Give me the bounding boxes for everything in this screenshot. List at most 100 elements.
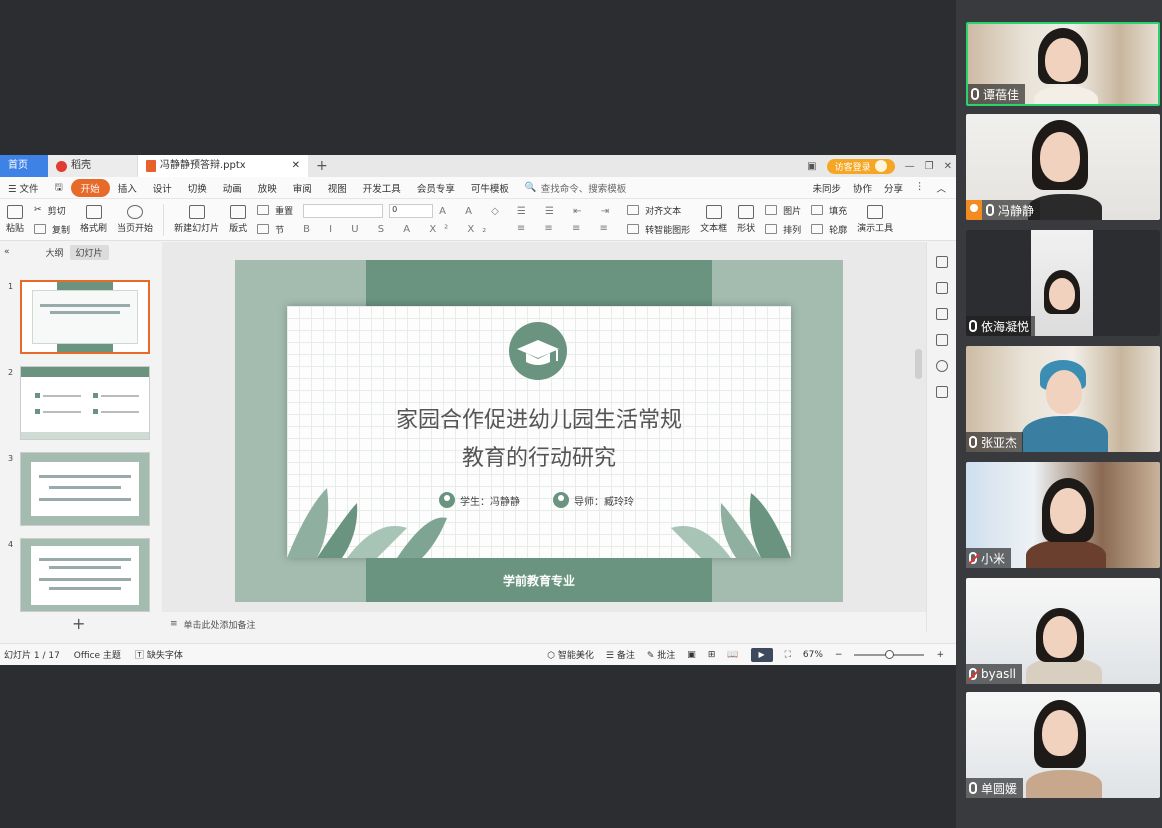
tab-outline[interactable]: 大纲 xyxy=(46,246,64,259)
fill-button[interactable]: 填充 xyxy=(811,204,847,217)
menu-member[interactable]: 会员专享 xyxy=(409,181,463,195)
sorter-view-icon[interactable]: ⊞ xyxy=(708,650,716,660)
fit-window-icon[interactable]: ⛶ xyxy=(785,650,791,660)
font-family-select[interactable] xyxy=(303,204,384,218)
menu-slideshow[interactable]: 放映 xyxy=(250,181,285,195)
command-search[interactable]: 🔍 查找命令、搜索模板 xyxy=(525,181,626,195)
tab-document[interactable]: 冯静静预答辩.pptx ✕ xyxy=(138,155,308,177)
copy-button[interactable]: 复制 xyxy=(34,223,70,236)
star-icon[interactable] xyxy=(935,308,948,320)
present-tools-button[interactable]: 演示工具 xyxy=(857,205,893,234)
menu-templates[interactable]: 可牛模板 xyxy=(463,181,517,195)
participant-tile[interactable]: byasll xyxy=(966,578,1160,684)
new-slide-button[interactable]: 新建幻灯片 xyxy=(174,205,219,234)
participant-name-tag: 依海凝悦 xyxy=(966,316,1036,336)
participant-tile[interactable]: 张亚杰 xyxy=(966,346,1160,452)
vertical-scrollbar[interactable] xyxy=(915,349,922,379)
menu-home[interactable]: 开始 xyxy=(70,178,110,197)
align-icons[interactable]: ≡ ≡ ≡ ≡ xyxy=(517,223,617,234)
help-icon[interactable] xyxy=(935,360,948,372)
participant-tile[interactable]: 依海凝悦 xyxy=(966,230,1160,336)
menu-developer[interactable]: 开发工具 xyxy=(355,181,409,195)
zoom-slider[interactable] xyxy=(854,649,925,659)
menu-file[interactable]: ☰ 文件 xyxy=(0,181,47,195)
slide-thumbnail[interactable] xyxy=(20,452,150,526)
tab-home[interactable]: 首页 xyxy=(0,155,48,177)
collaborate-button[interactable]: 协作 xyxy=(853,181,872,195)
list-icons[interactable]: ☰ ☰ ⇤ ⇥ xyxy=(517,206,617,217)
participant-tile[interactable]: 单圆媛 xyxy=(966,692,1160,798)
backup-icon[interactable] xyxy=(935,386,948,398)
paste-icon xyxy=(7,205,23,219)
user-icon xyxy=(553,492,569,508)
collapse-ribbon-icon[interactable]: ︿ xyxy=(936,181,946,195)
format-painter-button[interactable]: 格式刷 xyxy=(80,205,107,234)
collapse-panel-icon[interactable]: « xyxy=(4,247,10,257)
comments-button[interactable]: ✎ 批注 xyxy=(647,648,675,661)
layout-icon[interactable]: ▣ xyxy=(807,161,816,172)
menu-review[interactable]: 审阅 xyxy=(285,181,320,195)
layout-button[interactable]: 版式 xyxy=(229,205,247,234)
close-tab-icon[interactable]: ✕ xyxy=(292,155,300,177)
tab-slides[interactable]: 幻灯片 xyxy=(69,244,109,260)
menu-animation[interactable]: 动画 xyxy=(215,181,250,195)
image-panel-icon[interactable] xyxy=(935,334,948,346)
smartart-button[interactable]: 转智能图形 xyxy=(627,223,690,236)
arrange-button[interactable]: 排列 xyxy=(765,223,801,236)
slide-thumbnail[interactable] xyxy=(20,280,150,354)
zoom-slider-knob[interactable] xyxy=(885,649,895,659)
normal-view-icon[interactable]: ▣ xyxy=(687,650,696,660)
font-style-icons[interactable]: B I U S A X² X₂ xyxy=(303,224,507,235)
slideshow-play-button[interactable]: ▶ xyxy=(750,647,773,662)
smart-beautify-button[interactable]: ⬡ 智能美化 xyxy=(547,648,594,661)
menu-insert[interactable]: 插入 xyxy=(110,181,145,195)
save-icon[interactable]: 🖫 xyxy=(47,180,71,196)
minimize-icon[interactable]: — xyxy=(905,161,915,172)
tab-docer[interactable]: 稻壳 xyxy=(48,155,138,177)
advisor-info: 导师：臧玲玲 xyxy=(553,492,634,508)
section-button[interactable]: 节 xyxy=(257,223,293,236)
zoom-level[interactable]: 67% xyxy=(803,650,823,660)
image-button[interactable]: 图片 xyxy=(765,204,801,217)
current-slide[interactable]: 家园合作促进幼儿园生活常规 教育的行动研究 学生：冯静静 导师：臧玲玲 学前教育… xyxy=(235,260,843,602)
missing-font-button[interactable]: 🅃 缺失字体 xyxy=(135,648,183,661)
cut-button[interactable]: ✂ 剪切 xyxy=(34,204,70,217)
rocket-icon[interactable] xyxy=(935,256,948,268)
notes-area[interactable]: ≡ 单击此处添加备注 xyxy=(162,614,926,634)
more-icon[interactable]: ⋮ xyxy=(915,181,925,195)
zoom-in-icon[interactable]: + xyxy=(936,650,944,660)
slide-thumbnail[interactable] xyxy=(20,538,150,612)
font-grow-icons[interactable]: A A ◇ xyxy=(439,206,507,217)
participant-tile[interactable]: 谭蓓佳 xyxy=(966,22,1160,106)
settings-sliders-icon[interactable] xyxy=(935,282,948,294)
paste-button[interactable]: 粘贴 xyxy=(6,205,24,234)
participant-tile[interactable]: 小米 xyxy=(966,462,1160,568)
sync-status[interactable]: 未同步 xyxy=(812,181,841,195)
participant-tile[interactable]: 冯静静 xyxy=(966,114,1160,220)
restore-icon[interactable]: ❐ xyxy=(925,161,934,172)
reset-button[interactable]: 重置 xyxy=(257,204,293,217)
slide-canvas[interactable]: 家园合作促进幼儿园生活常规 教育的行动研究 学生：冯静静 导师：臧玲玲 学前教育… xyxy=(162,242,926,612)
notes-toggle-button[interactable]: ☰ 备注 xyxy=(606,648,635,661)
reading-view-icon[interactable]: 📖 xyxy=(727,650,738,660)
textbox-button[interactable]: 文本框 xyxy=(700,205,727,234)
new-tab-icon[interactable]: + xyxy=(316,158,328,174)
start-from-current-button[interactable]: 当页开始 xyxy=(117,205,153,234)
search-icon: 🔍 xyxy=(524,182,537,193)
add-slide-icon[interactable]: + xyxy=(72,614,85,633)
shape-button[interactable]: 形状 xyxy=(737,205,755,234)
login-button[interactable]: 访客登录 xyxy=(826,158,895,174)
play-icon xyxy=(127,205,144,219)
close-window-icon[interactable]: ✕ xyxy=(944,161,952,172)
leaf-decoration-right xyxy=(671,493,791,558)
menu-view[interactable]: 视图 xyxy=(320,181,355,195)
outline-button[interactable]: 轮廓 xyxy=(811,223,847,236)
share-button[interactable]: 分享 xyxy=(884,181,903,195)
zoom-out-icon[interactable]: − xyxy=(835,650,843,660)
font-size-select[interactable]: 0 xyxy=(389,204,434,218)
menu-transition[interactable]: 切换 xyxy=(180,181,215,195)
slide-thumbnail[interactable] xyxy=(20,366,150,440)
align-text-button[interactable]: 对齐文本 xyxy=(627,204,690,217)
menu-design[interactable]: 设计 xyxy=(145,181,180,195)
slide-title-line2: 教育的行动研究 xyxy=(461,446,616,471)
